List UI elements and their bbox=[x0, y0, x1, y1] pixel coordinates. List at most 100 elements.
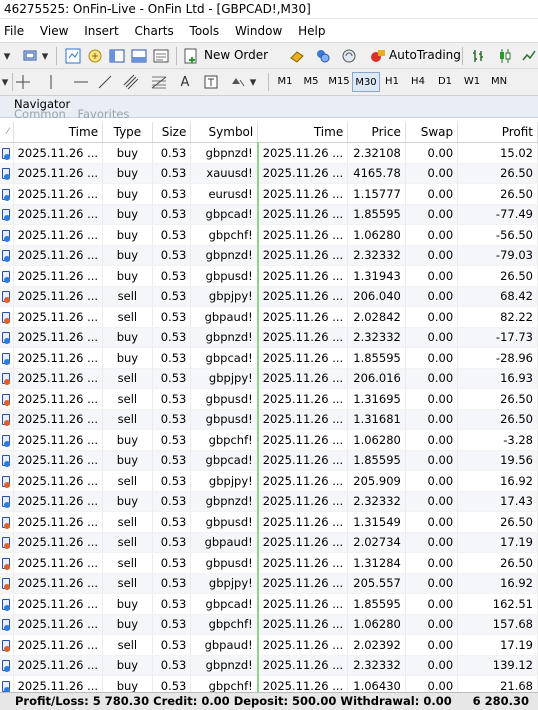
market-icon[interactable] bbox=[340, 47, 358, 65]
timeframe-m15[interactable]: M15 bbox=[326, 72, 352, 92]
sort-indicator-icon: ⁄ bbox=[0, 122, 14, 143]
navigator-icon[interactable] bbox=[108, 47, 126, 65]
text-tool-icon[interactable]: A bbox=[176, 73, 194, 91]
market-watch-icon[interactable] bbox=[64, 47, 82, 65]
cell-profit: -17.73 bbox=[457, 327, 538, 348]
order-type-icon bbox=[0, 532, 14, 553]
timeframe-m30[interactable]: M30 bbox=[352, 72, 380, 92]
cell-size: 0.53 bbox=[152, 368, 192, 389]
table-row[interactable]: 2025.11.26 ... buy 0.53 gbpchf! 2025.11.26 .… bbox=[0, 675, 538, 692]
vertical-line-icon[interactable] bbox=[42, 73, 60, 91]
table-row[interactable]: 2025.11.26 ... sell 0.53 gbpaud! 2025.11.26 … bbox=[0, 306, 538, 328]
col-header-symbol[interactable]: Symbol bbox=[190, 122, 259, 143]
line-chart-icon[interactable] bbox=[520, 47, 538, 65]
cell-type: sell bbox=[102, 306, 153, 328]
table-row[interactable]: 2025.11.26 ... sell 0.53 gbpjpy! 2025.11.26 … bbox=[0, 470, 538, 492]
menu-insert[interactable]: Insert bbox=[78, 20, 124, 42]
col-header-swap[interactable]: Swap bbox=[405, 122, 459, 143]
timeframe-w1[interactable]: W1 bbox=[460, 72, 484, 92]
table-row[interactable]: 2025.11.26 ... sell 0.53 gbpjpy! 2025.11.26 … bbox=[0, 573, 538, 594]
menu-charts[interactable]: Charts bbox=[128, 20, 179, 42]
col-header-profit[interactable]: Profit bbox=[457, 122, 538, 143]
menu-help[interactable]: Help bbox=[292, 20, 331, 42]
cell-price: 206.016 bbox=[347, 368, 406, 389]
cell-profit: -28.96 bbox=[457, 347, 538, 369]
table-row[interactable]: 2025.11.26 ... sell 0.53 gbpusd! 2025.11.26 … bbox=[0, 511, 538, 533]
table-row[interactable]: 2025.11.26 ... sell 0.53 gbpusd! 2025.11.26 … bbox=[0, 388, 538, 410]
order-type-icon bbox=[0, 675, 14, 692]
cell-ctime: 2025.11.26 ... bbox=[257, 163, 349, 184]
menu-file[interactable]: File bbox=[0, 20, 30, 42]
table-row[interactable]: 2025.11.26 ... buy 0.53 gbpnzd! 2025.11.26 .… bbox=[0, 491, 538, 512]
timeframe-h1[interactable]: H1 bbox=[382, 72, 402, 92]
dropdown-arrow-icon[interactable]: ▾ bbox=[248, 73, 258, 91]
horizontal-line-icon[interactable] bbox=[72, 73, 90, 91]
table-row[interactable]: 2025.11.26 ... buy 0.53 xauusd! 2025.11.26 .… bbox=[0, 163, 538, 184]
metaeditor-icon[interactable] bbox=[288, 47, 306, 65]
cell-price: 2.32108 bbox=[347, 142, 406, 164]
autotrading-button[interactable]: AutoTrading bbox=[389, 43, 461, 68]
data-window-icon[interactable] bbox=[86, 47, 104, 65]
timeframe-m1[interactable]: M1 bbox=[274, 72, 296, 92]
profiles-icon[interactable] bbox=[22, 47, 40, 65]
new-order-button[interactable]: New Order bbox=[204, 43, 268, 68]
table-row[interactable]: 2025.11.26 ... buy 0.53 gbpnzd! 2025.11.26 .… bbox=[0, 245, 538, 266]
col-header-close-time[interactable]: Time bbox=[257, 122, 349, 143]
navigator-title: Navigator bbox=[14, 97, 71, 111]
table-row[interactable]: 2025.11.26 ... sell 0.53 gbpusd! 2025.11.26 … bbox=[0, 409, 538, 430]
col-header-size[interactable]: Size bbox=[152, 122, 192, 143]
dropdown-arrow-icon[interactable]: ▾ bbox=[40, 47, 50, 65]
table-row[interactable]: 2025.11.26 ... buy 0.53 gbpchf! 2025.11.26 .… bbox=[0, 429, 538, 451]
navigator-panel: Common Favorites Navigator bbox=[0, 96, 538, 121]
text-label-icon[interactable] bbox=[202, 73, 220, 91]
col-header-time[interactable]: Time bbox=[13, 122, 104, 143]
menu-view[interactable]: View bbox=[34, 20, 74, 42]
col-header-type[interactable]: Type bbox=[102, 122, 153, 143]
chat-icon[interactable] bbox=[314, 47, 332, 65]
table-row[interactable]: 2025.11.26 ... buy 0.53 gbpusd! 2025.11.26 .… bbox=[0, 265, 538, 287]
table-row[interactable]: 2025.11.26 ... buy 0.53 gbpnzd! 2025.11.26 .… bbox=[0, 327, 538, 348]
fibonacci-icon[interactable] bbox=[150, 73, 168, 91]
dropdown-arrow-icon[interactable]: ▾ bbox=[0, 73, 10, 91]
autotrading-icon[interactable] bbox=[368, 47, 386, 65]
table-row[interactable]: 2025.11.26 ... buy 0.53 gbpnzd! 2025.11.26 .… bbox=[0, 655, 538, 676]
timeframe-h4[interactable]: H4 bbox=[408, 72, 428, 92]
menu-window[interactable]: Window bbox=[229, 20, 288, 42]
trendline-icon[interactable] bbox=[96, 73, 114, 91]
timeframe-m5[interactable]: M5 bbox=[299, 72, 323, 92]
menu-tools[interactable]: Tools bbox=[184, 20, 226, 42]
table-row[interactable]: 2025.11.26 ... buy 0.53 gbpnzd! 2025.11.26 .… bbox=[0, 142, 538, 164]
cell-profit: 17.43 bbox=[457, 491, 538, 512]
cell-symbol: gbpjpy! bbox=[190, 286, 259, 307]
table-row[interactable]: 2025.11.26 ... buy 0.53 gbpcad! 2025.11.26 .… bbox=[0, 450, 538, 471]
strategy-tester-icon[interactable] bbox=[152, 47, 170, 65]
new-order-icon[interactable] bbox=[182, 47, 200, 65]
table-row[interactable]: 2025.11.26 ... sell 0.53 gbpjpy! 2025.11.26 … bbox=[0, 368, 538, 389]
cell-symbol: xauusd! bbox=[190, 163, 259, 184]
bar-chart-icon[interactable] bbox=[470, 47, 488, 65]
cell-swap: 0.00 bbox=[405, 429, 459, 451]
cell-profit: 139.12 bbox=[457, 655, 538, 676]
table-row[interactable]: 2025.11.26 ... buy 0.53 eurusd! 2025.11.26 .… bbox=[0, 183, 538, 205]
table-row[interactable]: 2025.11.26 ... sell 0.53 gbpusd! 2025.11.26 … bbox=[0, 552, 538, 574]
terminal-icon[interactable] bbox=[130, 47, 148, 65]
table-row[interactable]: 2025.11.26 ... buy 0.53 gbpcad! 2025.11.26 .… bbox=[0, 347, 538, 369]
timeframe-d1[interactable]: D1 bbox=[434, 72, 456, 92]
col-header-price[interactable]: Price bbox=[347, 122, 406, 143]
crosshair-icon[interactable] bbox=[14, 73, 32, 91]
table-row[interactable]: 2025.11.26 ... buy 0.53 gbpchf! 2025.11.26 .… bbox=[0, 224, 538, 246]
dropdown-arrow-icon[interactable]: ▾ bbox=[2, 47, 12, 65]
table-row[interactable]: 2025.11.26 ... buy 0.53 gbpcad! 2025.11.26 .… bbox=[0, 204, 538, 225]
cell-type: buy bbox=[102, 675, 153, 692]
order-type-icon bbox=[0, 634, 14, 656]
equidistant-channel-icon[interactable] bbox=[122, 73, 140, 91]
table-row[interactable]: 2025.11.26 ... sell 0.53 gbpjpy! 2025.11.26 … bbox=[0, 286, 538, 307]
candlestick-icon[interactable] bbox=[496, 47, 514, 65]
timeframe-mn[interactable]: MN bbox=[486, 72, 512, 92]
table-row[interactable]: 2025.11.26 ... buy 0.53 gbpcad! 2025.11.26 .… bbox=[0, 593, 538, 615]
table-row[interactable]: 2025.11.26 ... sell 0.53 gbpaud! 2025.11.26 … bbox=[0, 634, 538, 656]
arrows-icon[interactable] bbox=[230, 73, 248, 91]
cell-symbol: eurusd! bbox=[190, 183, 259, 205]
table-row[interactable]: 2025.11.26 ... buy 0.53 gbpchf! 2025.11.26 .… bbox=[0, 614, 538, 635]
table-row[interactable]: 2025.11.26 ... sell 0.53 gbpaud! 2025.11.26 … bbox=[0, 532, 538, 553]
